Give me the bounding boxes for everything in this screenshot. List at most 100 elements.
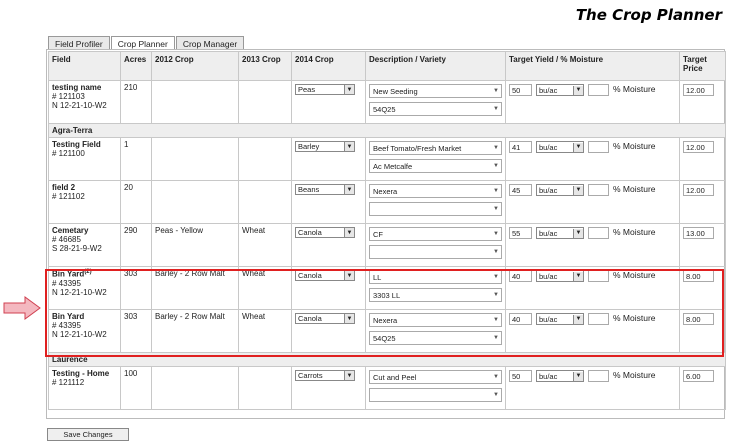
acres-cell: 290 — [120, 223, 152, 267]
field-name-line: testing name — [52, 83, 117, 92]
description-select-value: CF — [373, 229, 383, 239]
yield-unit-select[interactable]: bu/ac ▼ — [536, 184, 584, 196]
variety-select[interactable]: ▼ — [369, 245, 502, 259]
description-select-value: Nexera — [373, 186, 398, 196]
acres-cell: 100 — [120, 366, 152, 410]
crop-2014-select[interactable]: Barley ▼ — [295, 141, 355, 152]
yield-cell: 41 bu/ac ▼ % Moisture — [505, 137, 680, 181]
moisture-label: % Moisture — [613, 84, 656, 94]
yield-input[interactable]: 45 — [509, 184, 532, 196]
crop-2014-select[interactable]: Canola ▼ — [295, 227, 355, 238]
field-id: # 121100 — [52, 149, 85, 158]
price-input[interactable]: 12.00 — [683, 84, 714, 96]
yield-input[interactable]: 41 — [509, 141, 532, 153]
crop-2014-cell: Carrots ▼ — [291, 366, 366, 410]
variety-select[interactable]: 54Q25 ▼ — [369, 102, 502, 116]
field-id: # 46685 — [52, 235, 81, 244]
price-input[interactable]: 12.00 — [683, 184, 714, 196]
description-select[interactable]: New Seeding ▼ — [369, 84, 502, 98]
crop-2014-select[interactable]: Carrots ▼ — [295, 370, 355, 381]
chevron-down-icon: ▼ — [493, 88, 499, 94]
moisture-label: % Moisture — [613, 227, 656, 237]
price-input[interactable]: 6.00 — [683, 370, 714, 382]
app-title: The Crop Planner — [575, 6, 722, 24]
moisture-label: % Moisture — [613, 141, 656, 151]
tab-crop-manager[interactable]: Crop Manager — [175, 36, 245, 50]
yield-unit-select-value: bu/ac — [539, 371, 558, 381]
header-yield: Target Yield / % Moisture — [505, 51, 680, 81]
yield-line: 55 bu/ac ▼ % Moisture — [509, 227, 676, 239]
field-id: # 121103 — [52, 92, 85, 101]
crop-2014-cell: Beans ▼ — [291, 180, 366, 224]
description-select[interactable]: Beef Tomato/Fresh Market ▼ — [369, 141, 502, 155]
price-input[interactable]: 13.00 — [683, 227, 714, 239]
crop-2014-select-value: Beans — [298, 185, 320, 194]
description-select[interactable]: CF ▼ — [369, 227, 502, 241]
yield-line: 45 bu/ac ▼ % Moisture — [509, 184, 676, 196]
crop-2013-cell: Wheat — [238, 223, 292, 267]
crop-2012-cell — [151, 80, 239, 124]
description-select[interactable]: Nexera ▼ — [369, 184, 502, 198]
field-legal: S 28-21-9-W2 — [52, 244, 102, 253]
crop-2013-cell — [238, 80, 292, 124]
moisture-input[interactable] — [588, 84, 609, 96]
moisture-input[interactable] — [588, 141, 609, 153]
chevron-down-icon: ▼ — [493, 106, 499, 112]
chevron-down-icon: ▼ — [493, 231, 499, 237]
chevron-down-icon: ▼ — [493, 163, 499, 169]
crop-2014-select[interactable]: Peas ▼ — [295, 84, 355, 95]
yield-cell: 50 bu/ac ▼ % Moisture — [505, 80, 680, 124]
yield-unit-select[interactable]: bu/ac ▼ — [536, 141, 584, 153]
field-name-line: Testing - Home — [52, 369, 117, 378]
table-row: Testing Field # 121100 1 Barley ▼ Beef Tomato… — [48, 137, 726, 181]
save-changes-button[interactable]: Save Changes — [47, 428, 129, 441]
yield-input[interactable]: 50 — [509, 370, 532, 382]
header-2014-crop: 2014 Crop — [291, 51, 366, 81]
field-cell: Testing - Home # 121112 — [48, 366, 121, 410]
yield-unit-select[interactable]: bu/ac ▼ — [536, 227, 584, 239]
moisture-label: % Moisture — [613, 370, 656, 380]
price-input[interactable]: 12.00 — [683, 141, 714, 153]
field-name-line: Cemetary — [52, 226, 117, 235]
variety-select[interactable]: ▼ — [369, 202, 502, 216]
field-id: # 121112 — [52, 378, 85, 387]
crop-2014-select-value: Carrots — [298, 371, 323, 380]
moisture-label: % Moisture — [613, 184, 656, 194]
chevron-down-icon: ▼ — [344, 85, 354, 94]
variety-select[interactable]: Ac Metcalfe ▼ — [369, 159, 502, 173]
moisture-input[interactable] — [588, 227, 609, 239]
field-name: testing name — [52, 83, 102, 92]
yield-unit-select[interactable]: bu/ac ▼ — [536, 84, 584, 96]
chevron-down-icon: ▼ — [573, 185, 583, 195]
header-2012-crop: 2012 Crop — [151, 51, 239, 81]
description-select[interactable]: Cut and Peel ▼ — [369, 370, 502, 384]
moisture-input[interactable] — [588, 184, 609, 196]
moisture-input[interactable] — [588, 370, 609, 382]
variety-select[interactable]: ▼ — [369, 388, 502, 402]
field-id: # 121102 — [52, 192, 85, 201]
table-row: Cemetary # 46685 S 28-21-9-W2 290 Peas - Yel… — [48, 223, 726, 267]
field-name-line: Testing Field — [52, 140, 117, 149]
crop-2013-cell — [238, 180, 292, 224]
tab-bar: Field Profiler Crop Planner Crop Manager — [48, 36, 245, 51]
header-acres: Acres — [120, 51, 152, 81]
yield-unit-select-value: bu/ac — [539, 85, 558, 95]
chevron-down-icon: ▼ — [573, 142, 583, 152]
yield-cell: 45 bu/ac ▼ % Moisture — [505, 180, 680, 224]
yield-cell: 55 bu/ac ▼ % Moisture — [505, 223, 680, 267]
crop-2014-cell: Peas ▼ — [291, 80, 366, 124]
chevron-down-icon: ▼ — [493, 392, 499, 398]
yield-input[interactable]: 50 — [509, 84, 532, 96]
table-header-row: Field Acres 2012 Crop 2013 Crop 2014 Cro… — [48, 51, 726, 81]
crop-2012-cell — [151, 137, 239, 181]
chevron-down-icon: ▼ — [493, 249, 499, 255]
yield-unit-select[interactable]: bu/ac ▼ — [536, 370, 584, 382]
description-cell: Cut and Peel ▼ ▼ — [365, 366, 506, 410]
yield-input[interactable]: 55 — [509, 227, 532, 239]
tab-field-profiler[interactable]: Field Profiler — [48, 36, 110, 50]
crop-2014-select[interactable]: Beans ▼ — [295, 184, 355, 195]
description-select-value: New Seeding — [373, 86, 418, 96]
crop-2014-select-value: Peas — [298, 85, 316, 94]
table-row: field 2 # 121102 20 Beans ▼ Nexera ▼ ▼ 45 bu/ac ▼%… — [48, 180, 726, 224]
yield-line: 41 bu/ac ▼ % Moisture — [509, 141, 676, 153]
